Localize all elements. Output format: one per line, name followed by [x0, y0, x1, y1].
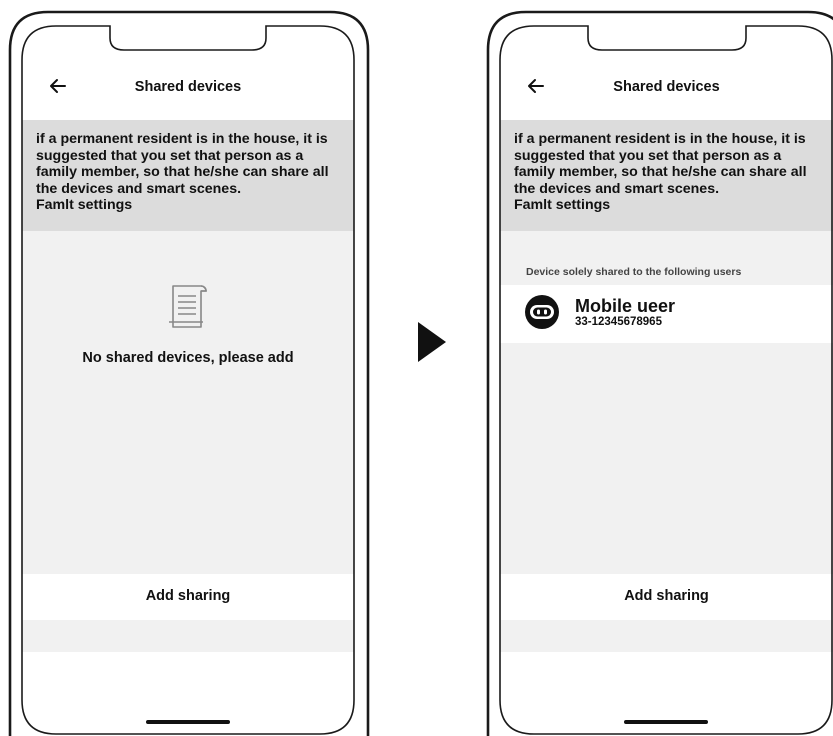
play-arrow-icon — [418, 322, 446, 362]
home-indicator — [624, 720, 708, 724]
phone-frame — [8, 10, 370, 736]
phone-after: Shared devices if a permanent resident i… — [478, 0, 833, 736]
phone-frame — [486, 10, 833, 736]
home-indicator — [146, 720, 230, 724]
phone-before: Shared devices if a permanent resident i… — [0, 0, 372, 736]
